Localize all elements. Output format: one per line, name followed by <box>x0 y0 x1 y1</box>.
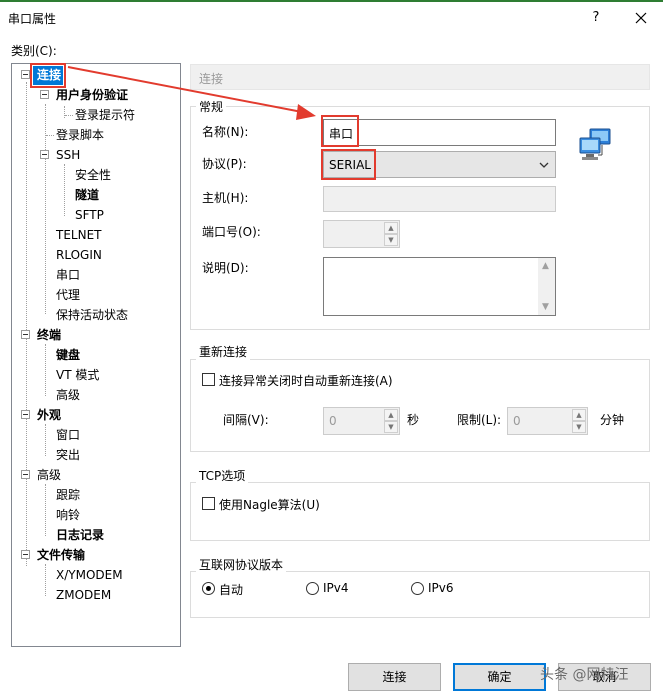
watermark: 头条 @网特汪 <box>540 667 629 683</box>
annotation-arrow <box>67 66 316 120</box>
